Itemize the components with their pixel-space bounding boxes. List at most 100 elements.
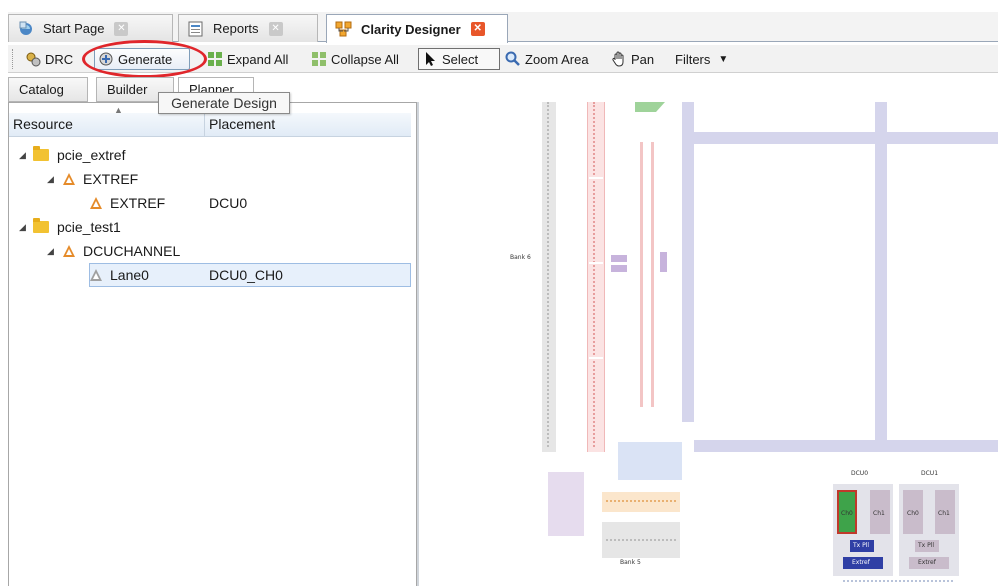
ch1-label: Ch1 [873, 510, 885, 517]
io-gap [589, 262, 603, 264]
tab-reports[interactable]: Reports ✕ [178, 14, 318, 42]
sort-arrow-icon: ▲ [114, 105, 123, 115]
tab-clarity-designer[interactable]: Clarity Designer ✕ [326, 14, 508, 43]
purple-cell[interactable] [660, 252, 667, 272]
document-tab-bar: Start Page ✕ Reports ✕ Clarity Designer … [8, 12, 998, 43]
expand-all-label: Expand All [227, 51, 289, 67]
pan-label: Pan [631, 51, 655, 67]
tab-catalog[interactable]: Catalog [8, 77, 88, 102]
select-label: Select [442, 51, 479, 67]
select-button[interactable]: Select [418, 48, 500, 70]
expand-triangle-icon[interactable]: ◢ [19, 150, 33, 161]
pad-dots [593, 102, 595, 447]
tab-label: Builder [107, 82, 148, 97]
pad-dots [843, 580, 953, 582]
tree-row[interactable]: EXTREF [88, 191, 165, 215]
tree-row-placement: DCU0_CH0 [209, 267, 283, 283]
dropdown-arrow-icon: ▼ [718, 53, 729, 65]
column-divider[interactable] [204, 113, 205, 137]
tree-row-label: DCUCHANNEL [83, 243, 181, 259]
green-marker [635, 102, 665, 112]
collapse-all-button[interactable]: Collapse All [308, 48, 402, 70]
generate-tooltip: Generate Design [158, 92, 290, 114]
bank6-label: Bank 6 [510, 254, 531, 261]
resource-tree-panel: Resource ▲ Placement ◢ pcie_extref ◢ EXT… [8, 102, 417, 586]
zoom-area-button[interactable]: Zoom Area [502, 48, 592, 70]
cursor-icon [422, 51, 438, 67]
pad-dots [606, 500, 676, 502]
routing-vertical [875, 102, 887, 447]
toolbar-grip [12, 49, 14, 69]
tree-row-label: pcie_extref [57, 147, 126, 163]
drc-label: DRC [45, 51, 74, 67]
tree-row-placement: DCU0 [209, 195, 248, 211]
tree-row[interactable]: ◢ EXTREF [47, 167, 138, 191]
folder-icon [33, 218, 49, 233]
drc-icon [25, 51, 41, 67]
zoom-area-label: Zoom Area [525, 51, 589, 67]
tree-row-label: EXTREF [110, 195, 166, 211]
resource-icon [88, 196, 104, 210]
tree-row-selected[interactable]: Lane0 [88, 263, 149, 287]
orange-block[interactable] [602, 492, 680, 512]
collapse-all-icon [311, 51, 327, 67]
route-line [640, 142, 643, 407]
close-icon[interactable]: ✕ [268, 21, 283, 36]
ch0-label: Ch0 [907, 510, 919, 517]
txpll-label: Tx Pll [918, 542, 935, 549]
tree-row[interactable]: ◢ DCUCHANNEL [47, 239, 180, 263]
expand-triangle-icon[interactable]: ◢ [47, 174, 61, 185]
collapse-all-label: Collapse All [331, 51, 399, 67]
expand-all-button[interactable]: Expand All [204, 48, 291, 70]
close-icon[interactable]: ✕ [114, 21, 129, 36]
clarity-designer-icon [335, 21, 353, 37]
reports-icon [187, 21, 205, 37]
column-placement[interactable]: Placement [209, 116, 275, 132]
routing-horizontal [682, 132, 998, 144]
pan-button[interactable]: Pan [608, 48, 657, 70]
tree-row[interactable]: ◢ pcie_test1 [19, 215, 121, 239]
ch0-label: Ch0 [841, 510, 853, 517]
purple-cell[interactable] [611, 265, 627, 272]
tab-start-page[interactable]: Start Page ✕ [8, 14, 173, 42]
bank6-column[interactable] [542, 102, 556, 452]
pan-hand-icon [611, 51, 627, 67]
folder-icon [33, 146, 49, 161]
tab-label: Reports [213, 21, 259, 36]
purple-cell[interactable] [611, 255, 627, 262]
close-icon[interactable]: ✕ [470, 22, 485, 36]
pad-dots [547, 102, 549, 447]
column-resource[interactable]: Resource [13, 116, 73, 132]
io-gap [589, 357, 603, 359]
dcu0-label: DCU0 [851, 470, 869, 477]
blue-block[interactable] [618, 442, 682, 480]
expand-triangle-icon[interactable]: ◢ [47, 246, 61, 257]
expand-triangle-icon[interactable]: ◢ [19, 222, 33, 233]
bank5-label: Bank 5 [620, 559, 641, 566]
tree-row-label: EXTREF [83, 171, 139, 187]
tree-row[interactable]: ◢ pcie_extref [19, 143, 125, 167]
filters-dropdown[interactable]: Filters ▼ [672, 48, 731, 70]
zoom-icon [505, 51, 521, 67]
annotation-highlight-oval [82, 40, 207, 78]
tab-label: Catalog [19, 82, 64, 97]
pad-dots [606, 539, 676, 541]
purple-block[interactable] [548, 472, 584, 536]
tab-label: Start Page [43, 21, 105, 36]
tree-column-header: Resource ▲ Placement [9, 105, 411, 137]
tree-row-label: Lane0 [110, 267, 149, 283]
tree-row-label: pcie_test1 [57, 219, 121, 235]
routing-vertical [682, 102, 694, 422]
filters-label: Filters [675, 51, 711, 67]
io-column[interactable] [587, 102, 605, 452]
txpll-label: Tx Pll [853, 542, 870, 549]
extref-label: Extref [852, 559, 870, 566]
io-gap [589, 177, 603, 179]
start-page-icon [17, 21, 35, 37]
resource-icon [88, 268, 104, 282]
drc-button[interactable]: DRC [22, 48, 76, 70]
tab-label: Clarity Designer [361, 21, 461, 37]
routing-horizontal [694, 440, 998, 452]
resource-icon [61, 244, 77, 258]
planner-canvas[interactable]: Bank 6 Bank 5 DCU0 DCU1 Ch0 Ch1 Ch0 Ch1 … [419, 102, 998, 586]
